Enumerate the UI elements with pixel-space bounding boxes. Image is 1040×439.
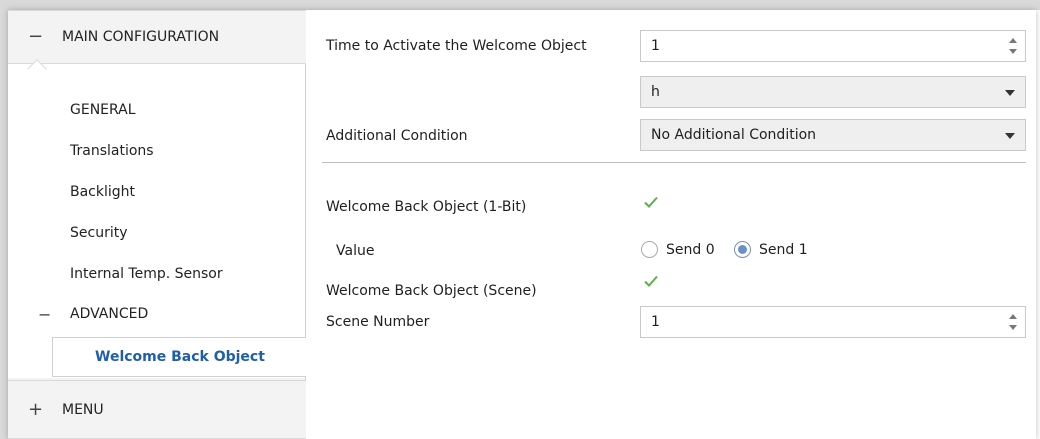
sidebar-item-backlight[interactable]: Backlight — [8, 172, 305, 212]
additional-condition-select[interactable]: No Additional Condition — [640, 119, 1026, 151]
sidebar: − MAIN CONFIGURATION GENERAL Translation… — [8, 10, 306, 439]
time-to-activate-label: Time to Activate the Welcome Object — [326, 38, 587, 54]
sidebar-item-advanced[interactable]: − ADVANCED — [8, 295, 305, 335]
chevron-down-icon[interactable] — [1005, 90, 1015, 96]
app-frame: − MAIN CONFIGURATION GENERAL Translation… — [0, 0, 1040, 439]
chevron-down-icon[interactable] — [1005, 133, 1015, 139]
checkmark-icon[interactable] — [643, 273, 659, 289]
welcome-back-scene-label: Welcome Back Object (Scene) — [326, 283, 537, 299]
section-label: MENU — [62, 402, 104, 418]
time-to-activate-value: 1 — [651, 38, 660, 54]
window: − MAIN CONFIGURATION GENERAL Translation… — [8, 10, 1036, 439]
sidebar-item-general[interactable]: GENERAL — [8, 90, 305, 130]
time-unit-value: h — [651, 84, 660, 100]
main-panel: Time to Activate the Welcome Object 1 h … — [306, 10, 1036, 439]
divider — [322, 162, 1026, 163]
expand-icon[interactable]: + — [28, 399, 43, 420]
radio-send-0[interactable] — [641, 241, 658, 258]
checkmark-icon[interactable] — [643, 194, 659, 210]
radio-send-1[interactable] — [734, 241, 751, 258]
collapse-icon[interactable]: − — [38, 305, 51, 324]
sidebar-item-internal-temp-sensor[interactable]: Internal Temp. Sensor — [8, 254, 305, 294]
sidebar-item-welcome-back-object[interactable]: Welcome Back Object — [52, 337, 306, 377]
spinner-arrows-icon[interactable] — [1009, 313, 1017, 331]
sidebar-item-security[interactable]: Security — [8, 213, 305, 253]
radio-send-1-label: Send 1 — [759, 242, 808, 258]
scene-number-value: 1 — [651, 314, 660, 330]
welcome-back-1bit-label: Welcome Back Object (1-Bit) — [326, 199, 527, 215]
additional-condition-value: No Additional Condition — [651, 127, 817, 143]
section-label: MAIN CONFIGURATION — [62, 29, 220, 45]
additional-condition-label: Additional Condition — [326, 128, 468, 144]
time-unit-select[interactable]: h — [640, 76, 1026, 108]
scene-number-input[interactable]: 1 — [640, 306, 1026, 338]
section-main-configuration[interactable]: − MAIN CONFIGURATION — [8, 10, 306, 64]
sidebar-item-label: ADVANCED — [70, 306, 149, 322]
collapse-icon[interactable]: − — [28, 26, 43, 47]
sidebar-item-translations[interactable]: Translations — [8, 131, 305, 171]
scene-number-label: Scene Number — [326, 314, 430, 330]
value-label: Value — [336, 243, 375, 259]
spinner-arrows-icon[interactable] — [1009, 37, 1017, 55]
radio-send-0-label: Send 0 — [666, 242, 715, 258]
time-to-activate-input[interactable]: 1 — [640, 30, 1026, 62]
section-menu[interactable]: + MENU — [8, 380, 306, 439]
